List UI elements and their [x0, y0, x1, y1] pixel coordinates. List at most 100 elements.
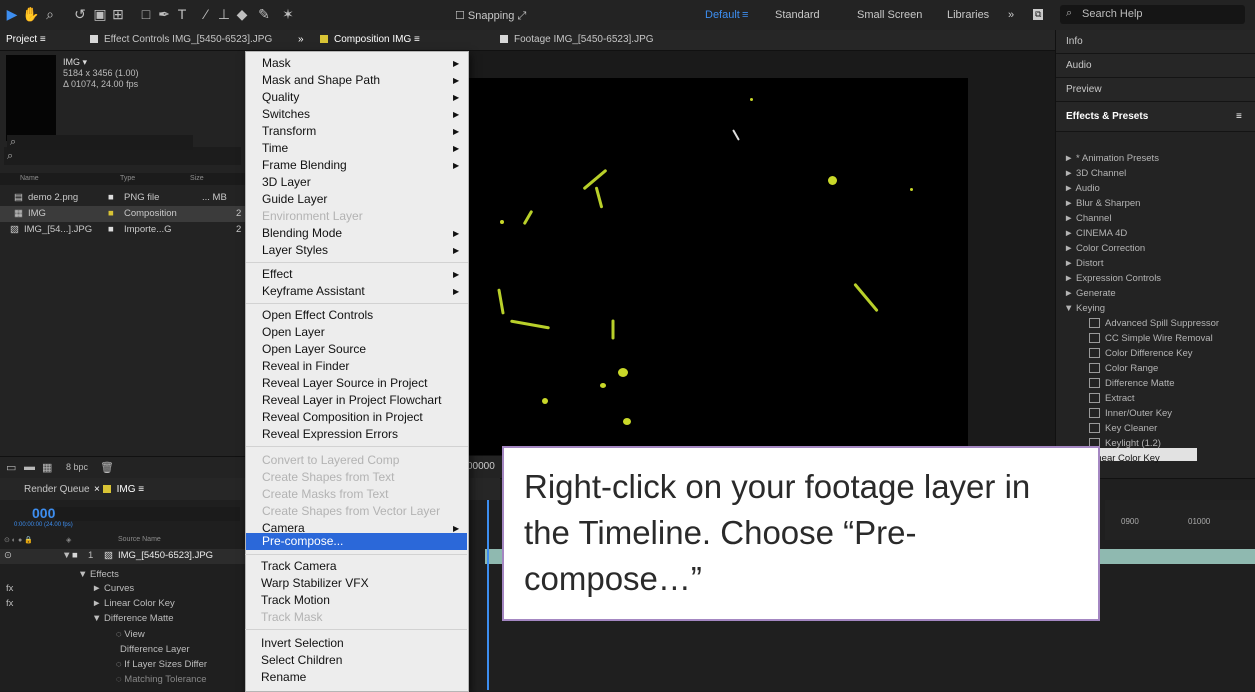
playhead[interactable]: [487, 500, 489, 690]
layer-name[interactable]: IMG_[5450-6523].JPG: [118, 550, 213, 561]
menu-item-switches[interactable]: Switches: [262, 107, 310, 121]
effect-item[interactable]: Extract: [1089, 393, 1135, 404]
menu-item-invert-selection[interactable]: Invert Selection: [261, 636, 344, 650]
selection-tool-icon[interactable]: ▶: [4, 6, 20, 22]
puppet-tool-icon[interactable]: ✶: [280, 6, 296, 22]
tab-overflow-icon[interactable]: »: [298, 34, 304, 45]
clone-stamp-tool-icon[interactable]: ⊥: [216, 6, 232, 22]
menu-item-reveal-layer-source[interactable]: Reveal Layer Source in Project: [262, 376, 427, 390]
snapping-checkbox[interactable]: ☐ Snapping ⤢: [455, 9, 526, 23]
effect-curves[interactable]: ► Curves: [92, 583, 134, 594]
type-tool-icon[interactable]: T: [174, 6, 190, 22]
tab-composition[interactable]: Composition IMG ≡: [320, 34, 420, 45]
menu-item-mask-shape-path[interactable]: Mask and Shape Path: [262, 73, 380, 87]
timeline-layer-row[interactable]: ⊙ ▼ ■ 1 ▧ IMG_[5450-6523].JPG: [0, 549, 245, 564]
rectangle-tool-icon[interactable]: □: [138, 6, 154, 22]
effect-category-keying[interactable]: ▼ Keying: [1064, 303, 1105, 314]
effect-item[interactable]: CC Simple Wire Removal: [1089, 333, 1213, 344]
menu-item-time[interactable]: Time: [262, 141, 288, 155]
menu-item-reveal-layer-flowchart[interactable]: Reveal Layer in Project Flowchart: [262, 393, 441, 407]
effect-difference-matte[interactable]: ▼ Difference Matte: [92, 613, 174, 624]
effects-search-input[interactable]: ⌕: [7, 135, 193, 150]
project-row[interactable]: ▤ demo 2.png ■ PNG file ... MB: [0, 190, 245, 206]
timeline-search-input[interactable]: [55, 507, 240, 521]
effects-group[interactable]: ▼ Effects: [78, 569, 119, 580]
property-matching-tolerance[interactable]: ◌ Matching Tolerance: [116, 674, 207, 685]
column-source-name[interactable]: Source Name: [118, 536, 161, 543]
time-ruler[interactable]: 0900 01000: [1105, 500, 1255, 540]
menu-item-effect[interactable]: Effect: [262, 267, 292, 281]
menu-item-guide-layer[interactable]: Guide Layer: [262, 192, 327, 206]
effect-category[interactable]: ► Audio: [1064, 183, 1100, 194]
label-column-icon[interactable]: ◈: [66, 536, 71, 544]
brush-tool-icon[interactable]: ⁄: [198, 6, 214, 22]
panel-menu-icon[interactable]: ≡: [1236, 102, 1242, 132]
menu-item-rename[interactable]: Rename: [261, 670, 306, 684]
tab-render-queue[interactable]: Render Queue: [24, 484, 90, 495]
effect-linear-color-key[interactable]: ► Linear Color Key: [92, 598, 175, 609]
viewer-timecode[interactable]: 00000: [467, 461, 495, 472]
eraser-tool-icon[interactable]: ◆: [234, 6, 250, 22]
menu-item-3d-layer[interactable]: 3D Layer: [262, 175, 311, 189]
effects-presets-header[interactable]: Effects & Presets ≡: [1056, 102, 1255, 132]
property-layer-sizes[interactable]: ◌ If Layer Sizes Differ: [116, 659, 207, 670]
column-size[interactable]: Size: [190, 175, 204, 182]
info-panel-header[interactable]: Info: [1056, 30, 1255, 54]
menu-item-keyframe-assistant[interactable]: Keyframe Assistant: [262, 284, 365, 298]
workspace-overflow-icon[interactable]: »: [1008, 9, 1014, 21]
workspace-small-screen[interactable]: Small Screen: [857, 9, 922, 21]
menu-item-open-layer-source[interactable]: Open Layer Source: [262, 342, 366, 356]
new-composition-icon[interactable]: ▦: [42, 461, 52, 474]
bit-depth-button[interactable]: 8 bpc: [66, 462, 88, 472]
property-difference-layer[interactable]: Difference Layer: [120, 644, 190, 655]
effect-category[interactable]: ► Generate: [1064, 288, 1116, 299]
effect-item[interactable]: Difference Matte: [1089, 378, 1175, 389]
menu-item-reveal-in-finder[interactable]: Reveal in Finder: [262, 359, 349, 373]
visibility-eye-icon[interactable]: ⊙: [4, 550, 12, 561]
tab-footage[interactable]: Footage IMG_[5450-6523].JPG: [500, 34, 654, 45]
menu-item-quality[interactable]: Quality: [262, 90, 299, 104]
property-view[interactable]: ◌ View: [116, 629, 145, 640]
menu-item-track-motion[interactable]: Track Motion: [261, 593, 330, 607]
interpret-footage-icon[interactable]: ▭: [6, 461, 16, 474]
new-folder-icon[interactable]: ▬: [24, 461, 35, 473]
effect-category[interactable]: ► * Animation Presets: [1064, 153, 1159, 164]
menu-item-track-camera[interactable]: Track Camera: [261, 559, 337, 573]
trash-icon[interactable]: 🗑: [100, 461, 114, 474]
pan-behind-tool-icon[interactable]: ⊞: [110, 6, 126, 22]
pen-tool-icon[interactable]: ✒: [156, 6, 172, 22]
column-name[interactable]: Name: [20, 175, 39, 182]
tab-timeline-comp[interactable]: × IMG ≡: [94, 484, 144, 495]
column-type[interactable]: Type: [120, 175, 135, 182]
menu-item-select-children[interactable]: Select Children: [261, 653, 342, 667]
effect-category[interactable]: ► Distort: [1064, 258, 1104, 269]
effect-item[interactable]: Key Cleaner: [1089, 423, 1157, 434]
project-row[interactable]: ▧ IMG_[54...].JPG ■ Importe...G 2: [0, 222, 245, 238]
workspace-libraries[interactable]: Libraries: [947, 9, 989, 21]
menu-item-layer-styles[interactable]: Layer Styles: [262, 243, 328, 257]
search-help-input[interactable]: ⌕ Search Help: [1060, 5, 1245, 24]
audio-panel-header[interactable]: Audio: [1056, 54, 1255, 78]
workspace-standard[interactable]: Standard: [775, 9, 820, 21]
menu-item-reveal-expression-errors[interactable]: Reveal Expression Errors: [262, 427, 398, 441]
rotate-tool-icon[interactable]: ↺: [72, 6, 88, 22]
workspace-menu-icon[interactable]: ≡: [742, 9, 748, 21]
hand-tool-icon[interactable]: ✋: [22, 6, 39, 22]
sync-icon[interactable]: ⧉: [1033, 9, 1044, 20]
effect-category[interactable]: ► Color Correction: [1064, 243, 1145, 254]
menu-item-warp-stabilizer[interactable]: Warp Stabilizer VFX: [261, 576, 369, 590]
menu-item-open-effect-controls[interactable]: Open Effect Controls: [262, 308, 373, 322]
project-row[interactable]: ▦ IMG ■ Composition 2: [0, 206, 245, 222]
effect-item[interactable]: Color Difference Key: [1089, 348, 1192, 359]
menu-item-transform[interactable]: Transform: [262, 124, 316, 138]
menu-item-open-layer[interactable]: Open Layer: [262, 325, 325, 339]
effect-category[interactable]: ► CINEMA 4D: [1064, 228, 1127, 239]
fx-icon[interactable]: fx: [6, 583, 13, 594]
menu-item-blending-mode[interactable]: Blending Mode: [262, 226, 342, 240]
menu-item-reveal-composition[interactable]: Reveal Composition in Project: [262, 410, 423, 424]
fx-icon[interactable]: fx: [6, 598, 13, 609]
av-switches-icon[interactable]: ⊙ ◐ ● 🔒: [4, 536, 33, 544]
effect-category[interactable]: ► Blur & Sharpen: [1064, 198, 1140, 209]
tab-project[interactable]: Project ≡: [6, 34, 46, 45]
effect-item[interactable]: Inner/Outer Key: [1089, 408, 1172, 419]
